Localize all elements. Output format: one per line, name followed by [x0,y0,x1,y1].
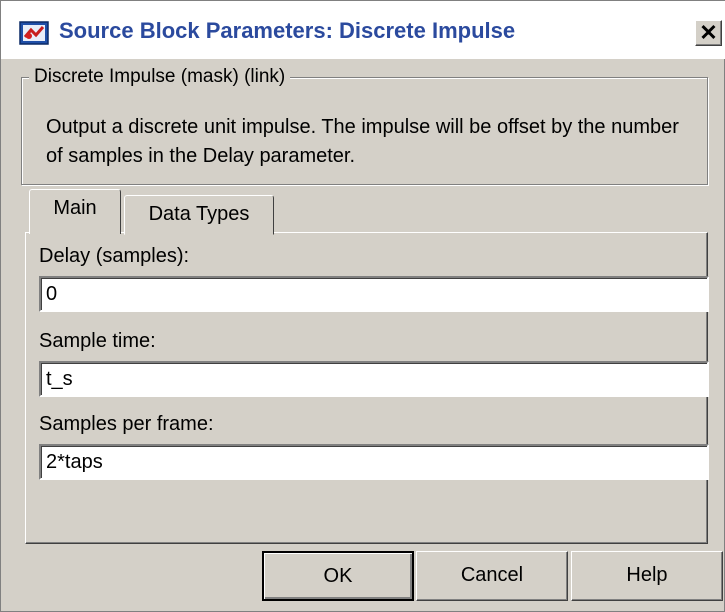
cancel-button[interactable]: Cancel [416,551,568,601]
window-title: Source Block Parameters: Discrete Impuls… [59,18,516,43]
samples-per-frame-input[interactable] [39,444,709,480]
close-button[interactable]: ✕ [695,20,722,46]
sample-time-label: Sample time: [39,330,156,352]
dialog-window: Source Block Parameters: Discrete Impuls… [0,0,725,612]
block-description: Output a discrete unit impulse. The impu… [46,116,679,167]
tab-main[interactable]: Main [29,189,121,234]
delay-label: Delay (samples): [39,245,190,267]
samples-per-frame-label: Samples per frame: [39,413,214,435]
delay-input[interactable] [39,276,709,312]
sample-time-input[interactable] [39,361,709,397]
group-legend: Discrete Impulse (mask) (link) [29,66,291,88]
ok-button[interactable]: OK [262,551,414,601]
title-bar[interactable]: Source Block Parameters: Discrete Impuls… [1,1,725,59]
close-icon: ✕ [699,20,718,45]
tab-data-types[interactable]: Data Types [124,195,274,235]
simulink-block-icon [19,21,49,45]
help-button[interactable]: Help [571,551,723,601]
